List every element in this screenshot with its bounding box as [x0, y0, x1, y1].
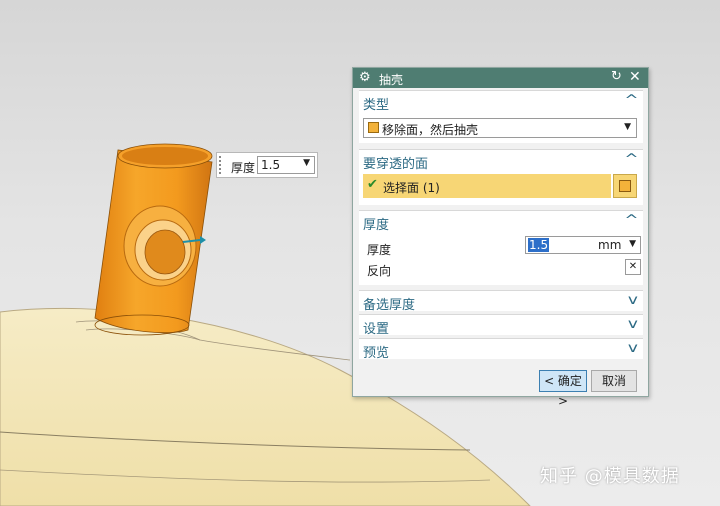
section-faces: 要穿透的面 ^ ✔ 选择面 (1)	[359, 149, 643, 205]
shell-dialog: ⚙ 抽壳 ↻ ✕ 类型 ^ 移除面，然后抽壳 ▼ 要穿透的面 ^ ✔ 选择面 (…	[352, 67, 649, 408]
close-icon[interactable]: ✕	[629, 69, 641, 85]
reverse-label: 反向	[367, 264, 392, 278]
face-select-button[interactable]	[613, 174, 637, 198]
check-icon: ✔	[367, 177, 378, 192]
section-settings[interactable]: 设置 v	[359, 314, 643, 337]
expand-icon[interactable]: v	[628, 293, 638, 308]
type-dropdown-value: 移除面，然后抽壳	[382, 123, 479, 137]
thickness-label: 厚度	[367, 243, 392, 257]
thickness-value: 1.5	[528, 238, 550, 252]
shell-type-icon	[368, 122, 379, 133]
section-type: 类型 ^ 移除面，然后抽壳 ▼	[359, 90, 643, 143]
thickness-input[interactable]: 1.5 mm ▼	[525, 236, 641, 254]
type-dropdown[interactable]: 移除面，然后抽壳 ▼	[363, 118, 637, 138]
thickness-callout[interactable]: 厚度 1.5 ▼	[216, 152, 318, 178]
reverse-direction-icon[interactable]: ✕	[625, 259, 641, 275]
section-preview-header: 预览	[363, 346, 390, 361]
watermark: 知乎 @模具数据	[540, 466, 680, 487]
section-settings-header: 设置	[363, 322, 390, 337]
dialog-titlebar[interactable]: ⚙ 抽壳 ↻ ✕	[353, 68, 648, 88]
thickness-unit: mm	[598, 238, 622, 252]
direction-arrowhead	[200, 236, 206, 244]
side-hole-inner	[144, 229, 186, 275]
section-thickness-header[interactable]: 厚度	[363, 214, 389, 233]
section-alt-thickness-header: 备选厚度	[363, 298, 416, 313]
section-type-header[interactable]: 类型	[363, 94, 389, 113]
cancel-button[interactable]: 取消	[591, 370, 637, 392]
collapse-icon[interactable]: ^	[624, 152, 638, 167]
collapse-icon[interactable]: ^	[624, 93, 638, 108]
chevron-down-icon: ▼	[303, 158, 310, 168]
section-thickness: 厚度 ^ 厚度 1.5 mm ▼ 反向 ✕	[359, 210, 643, 285]
select-face-label: 选择面 (1)	[383, 181, 440, 195]
expand-icon[interactable]: v	[628, 317, 638, 332]
section-faces-header[interactable]: 要穿透的面	[363, 153, 428, 172]
callout-label: 厚度	[231, 161, 256, 175]
ok-button[interactable]: < 确定 >	[539, 370, 587, 408]
section-alt-thickness[interactable]: 备选厚度 v	[359, 290, 643, 313]
gear-icon[interactable]: ⚙	[359, 70, 371, 85]
dialog-title: 抽壳	[379, 73, 404, 87]
select-face-row[interactable]: ✔ 选择面 (1)	[363, 174, 611, 198]
chevron-down-icon[interactable]: ▼	[629, 239, 636, 249]
cube-icon	[619, 180, 631, 192]
collapse-icon[interactable]: ^	[624, 213, 638, 228]
callout-thickness-select[interactable]: 1.5 ▼	[257, 156, 315, 174]
cylinder-top-inner	[122, 147, 208, 165]
drag-handle[interactable]	[219, 156, 225, 174]
expand-icon[interactable]: v	[628, 341, 638, 356]
chevron-down-icon: ▼	[624, 122, 631, 132]
section-preview[interactable]: 预览 v	[359, 338, 643, 361]
reset-icon[interactable]: ↻	[611, 69, 622, 84]
callout-thickness-value: 1.5	[261, 158, 281, 172]
